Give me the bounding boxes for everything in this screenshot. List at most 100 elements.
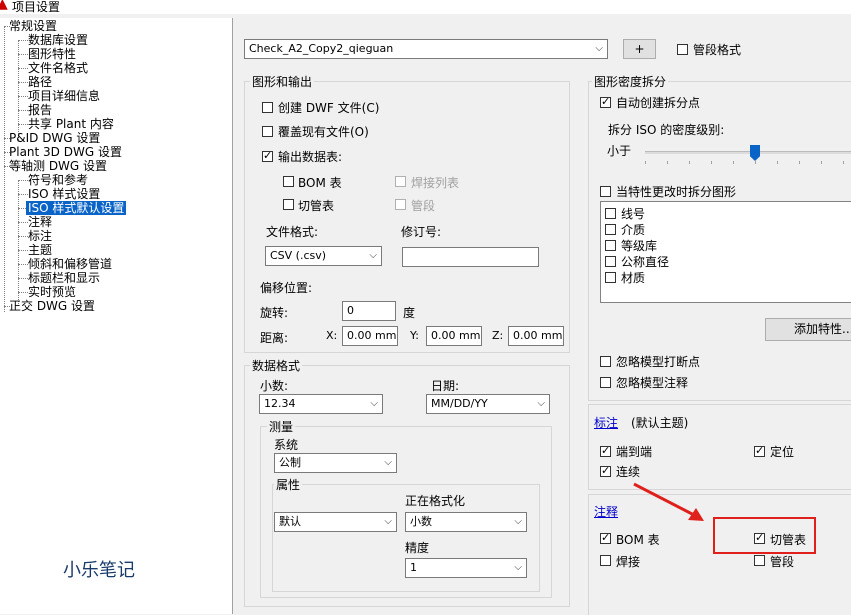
date-select[interactable]: MM/DD/YY ⌵: [426, 394, 550, 414]
y-label: Y:: [410, 329, 419, 342]
segment-format-checkbox[interactable]: [677, 44, 688, 55]
data-format-title: 数据格式: [250, 357, 303, 374]
precision-select[interactable]: 1 ⌵: [405, 558, 527, 578]
tree-item-plant3d-dwg[interactable]: Plant 3D DWG 设置: [9, 145, 122, 159]
tree-item-database[interactable]: 数据库设置: [28, 33, 88, 47]
app-logo-icon: ▲: [0, 0, 8, 12]
formatting-select[interactable]: 小数 ⌵: [405, 512, 527, 532]
end-to-end-checkbox[interactable]: [600, 444, 611, 457]
list-item-checkbox[interactable]: [605, 224, 616, 235]
density-slider-track[interactable]: [645, 151, 851, 154]
tree-item-general[interactable]: 常规设置: [9, 19, 57, 33]
slider-tick: [821, 161, 822, 164]
iso-style-select[interactable]: Check_A2_Copy2_qieguan ⌵: [244, 39, 608, 59]
file-format-select[interactable]: CSV (.csv) ⌵: [265, 246, 382, 266]
weld-annotation-checkbox[interactable]: [600, 555, 611, 566]
red-arrow-icon: [633, 482, 704, 521]
cut-table-output-label: 切管表: [298, 199, 335, 213]
graphics-output-title: 图形和输出: [250, 73, 315, 90]
position-checkbox[interactable]: [754, 444, 765, 457]
list-item-checkbox[interactable]: [605, 208, 616, 219]
slider-tick: [799, 161, 800, 164]
annotation-link[interactable]: 注释: [594, 503, 618, 520]
split-property-list[interactable]: 线号 介质 等级库 公称直径 材质: [600, 201, 851, 303]
tree-item-graphic-props[interactable]: 图形特性: [28, 47, 76, 61]
list-item-checkbox[interactable]: [605, 240, 616, 251]
tree-item-titleblock[interactable]: 标题栏和显示: [28, 271, 100, 285]
list-item-medium: 介质: [621, 223, 646, 237]
weld-list-label: 焊接列表: [411, 176, 460, 190]
y-offset-input[interactable]: 0.00 mm: [426, 326, 482, 346]
pipe-seg-output-checkbox[interactable]: [395, 199, 406, 210]
bom-output-checkbox[interactable]: [283, 176, 294, 187]
split-on-change-checkbox[interactable]: [600, 186, 611, 197]
chevron-down-icon: ⌵: [514, 516, 522, 527]
rotate-label: 旋转:: [260, 306, 289, 320]
cut-table-output-checkbox[interactable]: [283, 199, 294, 210]
output-table-checkbox[interactable]: [262, 149, 273, 162]
rotate-input[interactable]: 0: [342, 301, 396, 321]
chevron-down-icon: ⌵: [595, 43, 603, 54]
date-label: 日期:: [431, 379, 460, 393]
system-label: 系统: [274, 438, 299, 452]
bom-annotation-label: BOM 表: [616, 533, 660, 547]
auto-create-split-label: 自动创建拆分点: [616, 96, 701, 110]
ignore-annotations-checkbox[interactable]: [600, 377, 611, 388]
continuous-checkbox[interactable]: [600, 464, 611, 477]
tree-item-project-details[interactable]: 项目详细信息: [28, 89, 100, 103]
ignore-breakpoints-checkbox[interactable]: [600, 356, 611, 367]
chevron-down-icon: ⌵: [370, 398, 378, 409]
x-offset-input[interactable]: 0.00 mm: [342, 326, 398, 346]
system-select[interactable]: 公制 ⌵: [274, 453, 397, 473]
tree-item-iso-dwg[interactable]: 等轴测 DWG 设置: [9, 159, 107, 173]
slider-tick: [777, 161, 778, 164]
tree-item-slope-offset[interactable]: 倾斜和偏移管道: [28, 257, 112, 271]
tree-item-reports[interactable]: 报告: [28, 103, 52, 117]
chevron-down-icon: ⌵: [537, 398, 545, 409]
weld-list-checkbox[interactable]: [395, 176, 406, 187]
slider-tick: [755, 161, 756, 164]
tree-item-filename-format[interactable]: 文件名格式: [28, 61, 88, 75]
tree-item-symbols[interactable]: 符号和参考: [28, 173, 88, 187]
list-item-checkbox[interactable]: [605, 272, 616, 283]
tree-item-iso-style[interactable]: ISO 样式设置: [28, 187, 100, 201]
tree-item-theme[interactable]: 主题: [28, 243, 52, 257]
revision-label: 修订号:: [401, 225, 442, 239]
split-level-label: 拆分 ISO 的密度级别:: [608, 123, 725, 137]
slider-tick: [689, 161, 690, 164]
bom-output-label: BOM 表: [298, 176, 342, 190]
degree-label: 度: [403, 306, 416, 320]
slider-tick: [733, 161, 734, 164]
tree-item-annotation[interactable]: 注释: [28, 215, 52, 229]
list-item-spec: 等级库: [621, 239, 658, 253]
add-style-button[interactable]: +: [623, 39, 656, 59]
decimal-select[interactable]: 12.34 ⌵: [259, 394, 383, 414]
tree-item-paths[interactable]: 路径: [28, 75, 52, 89]
tree-item-ortho-dwg[interactable]: 正交 DWG 设置: [9, 299, 95, 313]
dimension-link[interactable]: 标注: [594, 414, 618, 431]
offset-label: 偏移位置:: [260, 281, 313, 295]
list-item-checkbox[interactable]: [605, 256, 616, 267]
create-dwf-checkbox[interactable]: [262, 102, 273, 113]
property-title: 属性: [274, 476, 303, 493]
tree-item-dimension[interactable]: 标注: [28, 229, 52, 243]
tree-item-shared-content[interactable]: 共享 Plant 内容: [28, 117, 114, 131]
slider-tick: [843, 161, 844, 164]
z-offset-input[interactable]: 0.00 mm: [508, 326, 564, 346]
seg-annotation-checkbox[interactable]: [754, 555, 765, 566]
highlight-box: [713, 517, 816, 554]
file-format-label: 文件格式:: [266, 225, 319, 239]
tree-item-iso-style-default[interactable]: ISO 样式默认设置: [26, 201, 127, 215]
tree-item-live-preview[interactable]: 实时预览: [28, 285, 76, 299]
overwrite-checkbox[interactable]: [262, 126, 273, 137]
density-split-title: 图形密度拆分: [592, 73, 669, 90]
less-than-label: 小于: [607, 144, 632, 158]
precision-label: 精度: [405, 541, 430, 555]
property-select[interactable]: 默认 ⌵: [274, 512, 397, 532]
add-property-button[interactable]: 添加特性...: [765, 318, 851, 341]
bom-annotation-checkbox[interactable]: [600, 531, 611, 544]
tree-item-pid-dwg[interactable]: P&ID DWG 设置: [9, 131, 100, 145]
settings-tree[interactable]: 常规设置 数据库设置 图形特性 文件名格式 路径 项目详细信息 报告 共享 Pl…: [0, 18, 233, 614]
revision-input[interactable]: [402, 247, 539, 267]
auto-create-split-checkbox[interactable]: [600, 95, 611, 108]
